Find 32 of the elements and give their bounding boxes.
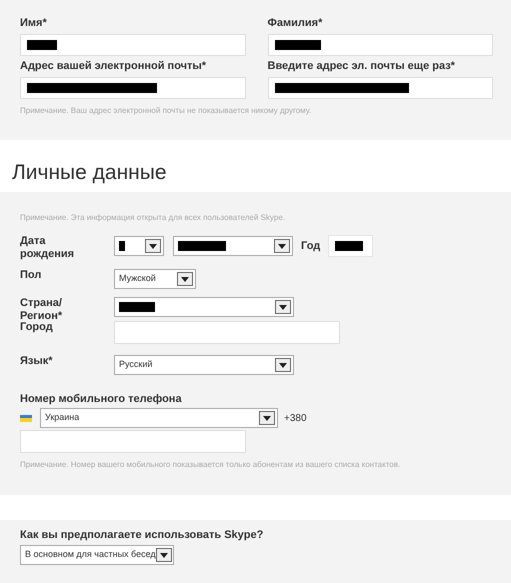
input-field[interactable] — [268, 77, 493, 99]
field-label: Введите адрес эл. почты еще раз* — [268, 60, 456, 73]
dropdown[interactable]: В основном для частных бесед — [20, 545, 174, 565]
input-field[interactable] — [328, 235, 374, 257]
field-label: Номер мобильного телефона — [20, 393, 183, 406]
input-field[interactable] — [20, 77, 246, 99]
note-text: Примечание. Номер вашего мобильного показывается только абонентам из вашего списка контактов. — [20, 459, 402, 471]
dropdown[interactable]: Мужской — [114, 269, 196, 289]
field-label: Страна/ Регион* — [20, 297, 64, 322]
dropdown[interactable] — [114, 236, 164, 256]
dropdown[interactable] — [114, 297, 294, 317]
flag-icon — [20, 414, 32, 422]
field-label: Город — [20, 321, 54, 334]
input-field[interactable] — [268, 34, 493, 56]
note-text: Примечание. Ваш адрес электронной почты не показывается никому другому. — [20, 105, 312, 117]
dropdown[interactable]: Русский — [114, 355, 294, 375]
section-heading: Личные данные — [12, 160, 167, 186]
input-field[interactable] — [20, 34, 246, 56]
field-label: Пол — [20, 269, 42, 282]
field-label: Как вы предполагаете использовать Skype? — [20, 529, 264, 542]
field-label: Фамилия* — [268, 17, 324, 30]
field-label: Имя* — [20, 17, 48, 30]
input-field[interactable] — [114, 321, 340, 344]
field-label: Дата рождения — [20, 235, 76, 261]
country-code: +380 — [284, 412, 307, 426]
field-label: Адрес вашей электронной почты* — [20, 60, 208, 73]
dropdown[interactable]: Украина — [40, 408, 278, 428]
note-text: Примечание. Эта информация открыта для всех пользователей Skype. — [20, 212, 286, 224]
field-label: Язык* — [20, 355, 54, 368]
field-label: Год — [301, 238, 320, 254]
dropdown[interactable] — [173, 236, 293, 256]
input-field[interactable] — [20, 430, 246, 453]
